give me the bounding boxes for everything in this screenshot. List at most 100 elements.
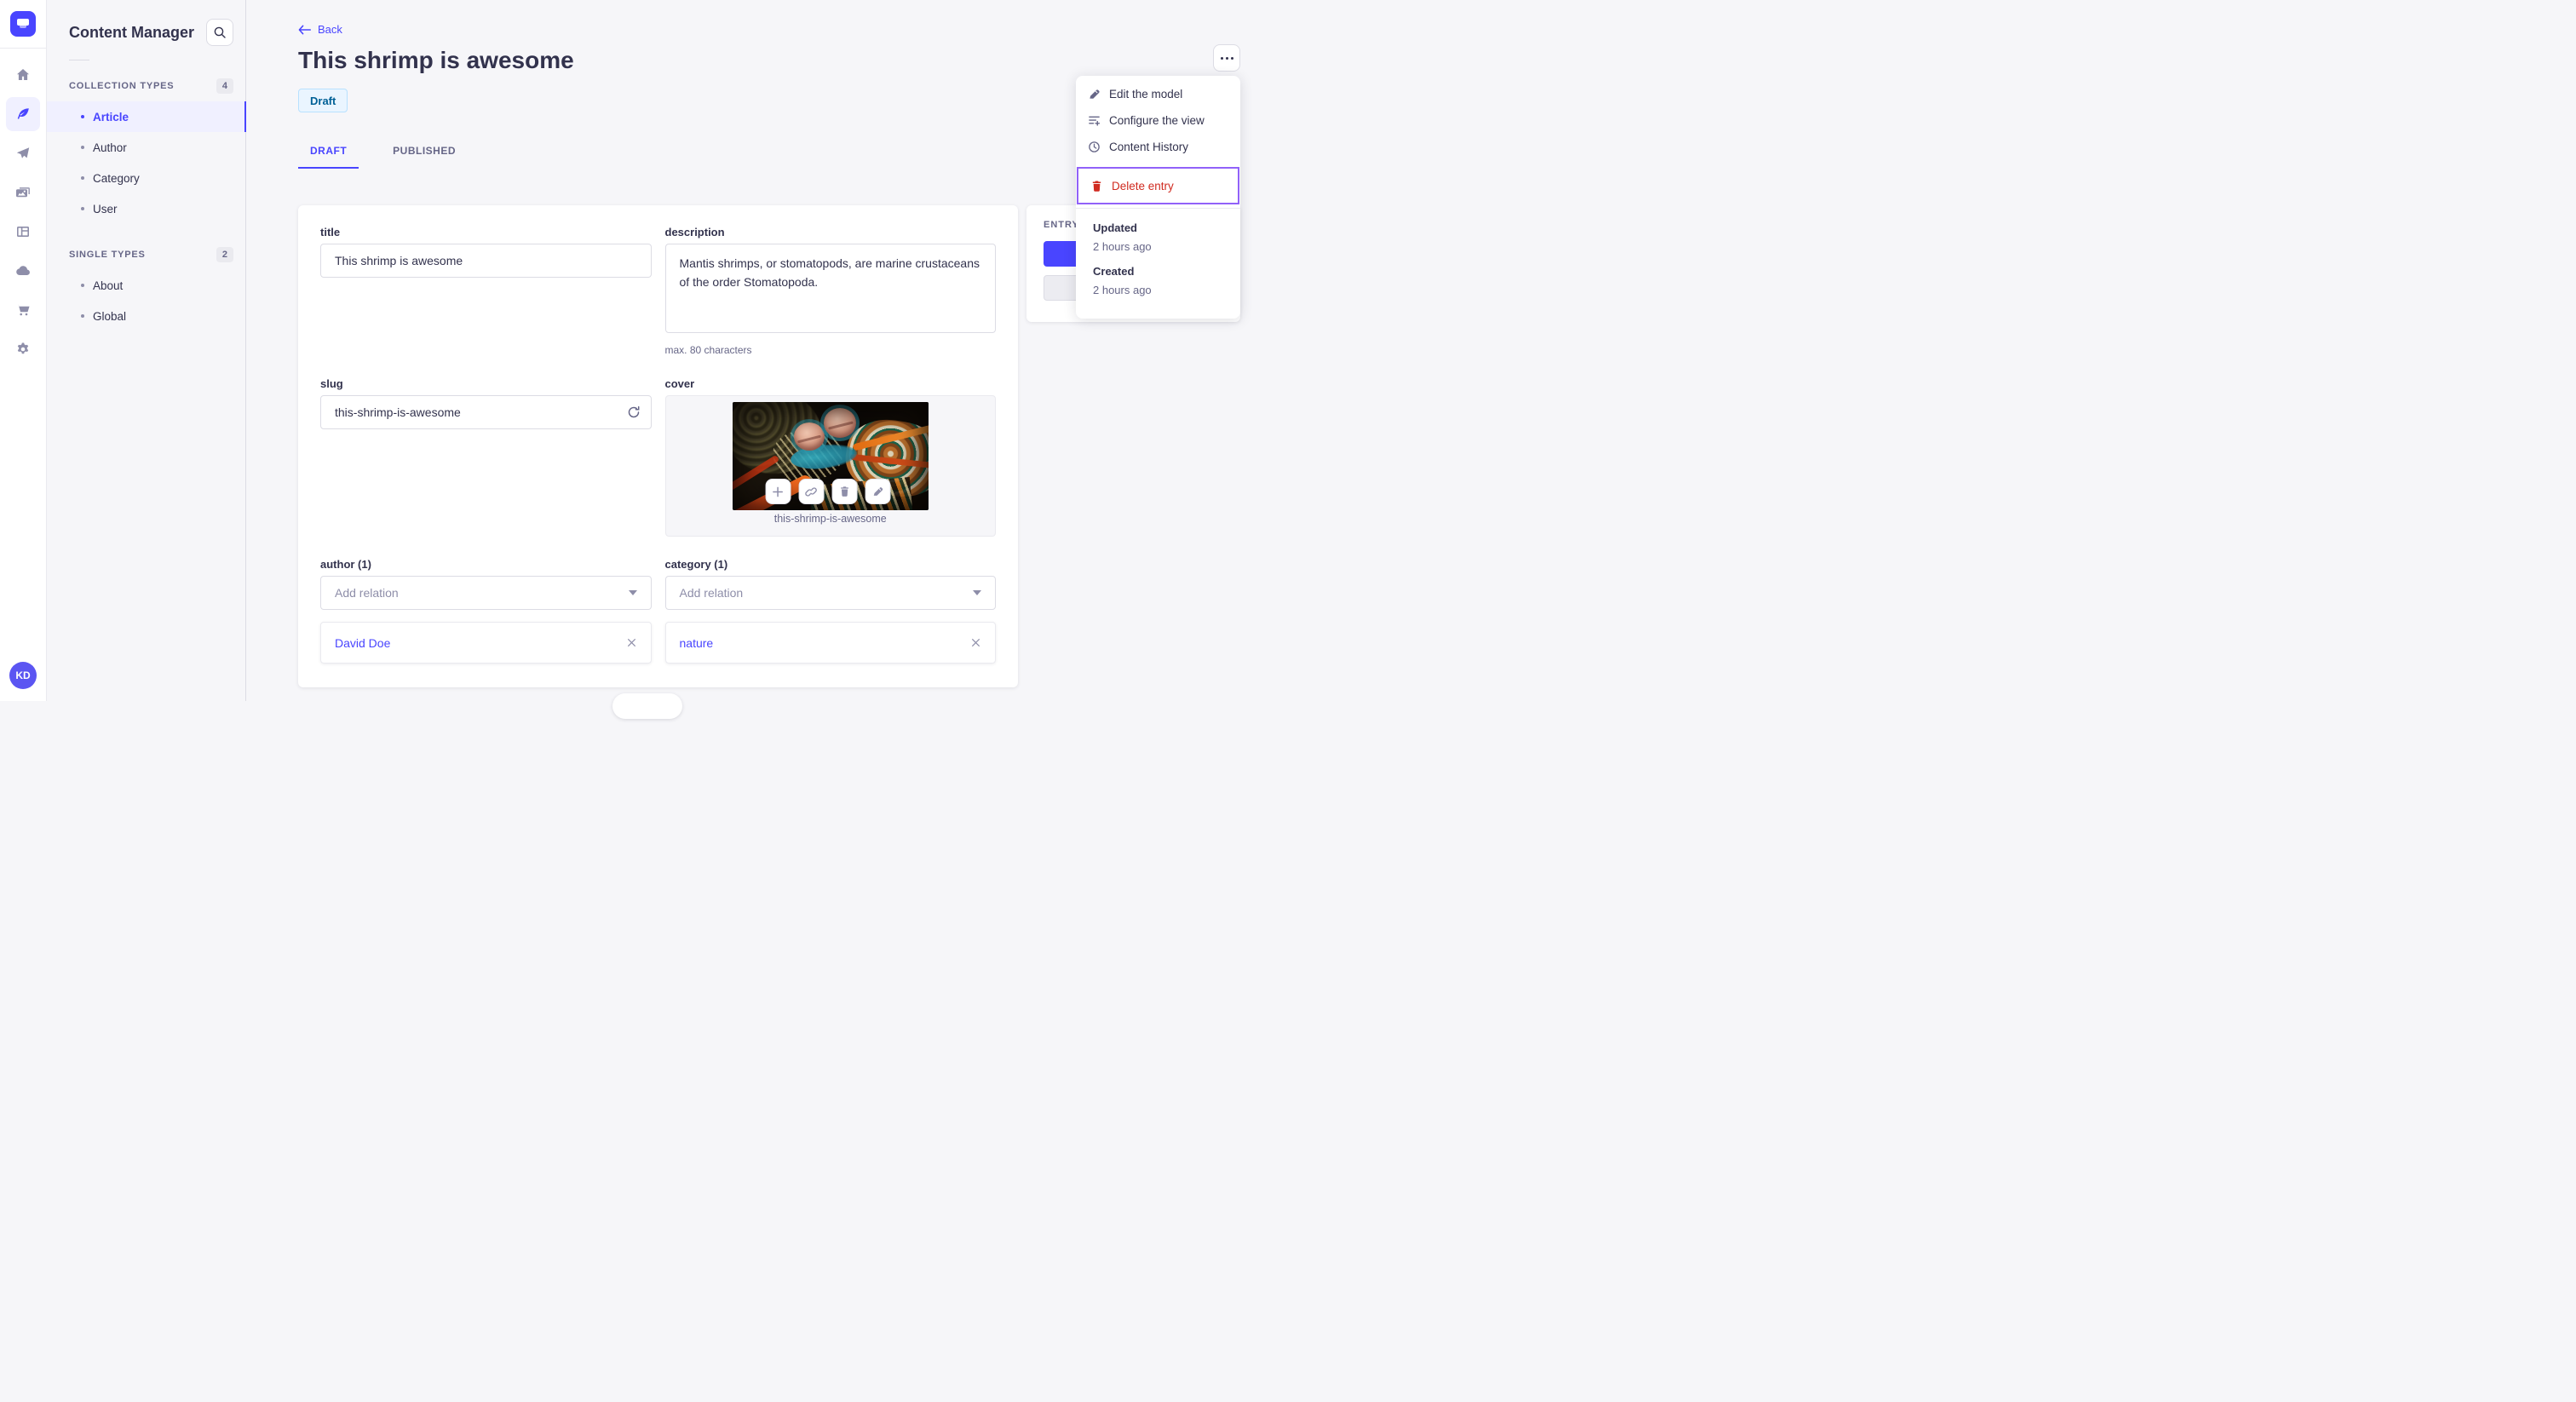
tab-published[interactable]: PUBLISHED (381, 145, 468, 169)
entry-form-card: title description Mantis shrimps, or sto… (298, 205, 1018, 687)
slug-label: slug (320, 377, 343, 390)
created-value: 2 hours ago (1093, 284, 1152, 296)
remove-author-icon[interactable] (626, 637, 637, 648)
edit-asset-button[interactable] (865, 479, 891, 504)
sidebar-item-label: Category (93, 171, 140, 185)
layout-icon[interactable] (6, 215, 40, 249)
back-link[interactable]: Back (298, 23, 342, 36)
cart-icon[interactable] (6, 293, 40, 327)
combobox-placeholder: Add relation (679, 586, 744, 600)
tab-draft[interactable]: DRAFT (298, 145, 359, 169)
relation-link-category[interactable]: nature (680, 636, 714, 650)
back-label: Back (318, 23, 342, 36)
rail-divider (0, 48, 46, 49)
section-label-collection-types: COLLECTION TYPES (69, 81, 175, 91)
category-label: category (1) (664, 558, 728, 571)
sidebar-item-label: Author (93, 141, 127, 154)
remove-category-icon[interactable] (970, 637, 981, 648)
field-slug: slug (320, 377, 652, 429)
updated-meta: Updated 2 hours ago (1093, 221, 1223, 253)
home-icon[interactable] (6, 58, 40, 92)
cover-action-bar (765, 479, 891, 504)
collection-types-count-badge: 4 (216, 78, 233, 94)
sidebar-item-article[interactable]: Article (47, 101, 246, 132)
more-options-button[interactable] (1213, 44, 1240, 72)
list-plus-icon (1088, 114, 1101, 127)
sidebar-item-label: Article (93, 110, 129, 124)
field-author: author (1) Add relation David Doe (320, 558, 652, 664)
version-tabs: DRAFT PUBLISHED (298, 145, 468, 169)
gear-icon[interactable] (6, 332, 40, 366)
title-label: title (320, 226, 341, 238)
chevron-down-icon (973, 590, 981, 595)
copy-link-button[interactable] (798, 479, 825, 504)
bullet-icon (81, 207, 84, 210)
cloud-icon[interactable] (6, 254, 40, 288)
field-description: description Mantis shrimps, or stomatopo… (664, 226, 996, 356)
paper-plane-icon[interactable] (6, 136, 40, 170)
feather-icon[interactable] (6, 97, 40, 131)
section-label-single-types: SINGLE TYPES (69, 250, 146, 260)
sidebar-item-user[interactable]: User (47, 193, 245, 224)
menu-item-delete-entry[interactable]: Delete entry (1078, 173, 1238, 199)
regenerate-slug-icon[interactable] (627, 405, 641, 419)
menu-item-label: Configure the view (1109, 114, 1205, 127)
sidebar-item-global[interactable]: Global (47, 301, 245, 331)
description-hint: max. 80 characters (664, 344, 752, 356)
main-content: Back This shrimp is awesome Draft DRAFT … (246, 0, 1288, 719)
images-icon[interactable] (6, 175, 40, 210)
status-badge: Draft (298, 89, 348, 112)
sidebar-item-about[interactable]: About (47, 270, 245, 301)
pencil-icon (1088, 88, 1101, 101)
sidebar-item-label: About (93, 279, 124, 292)
add-asset-button[interactable] (765, 479, 791, 504)
combobox-placeholder: Add relation (335, 586, 399, 600)
updated-label: Updated (1093, 221, 1137, 234)
bullet-icon (81, 314, 84, 318)
chevron-down-icon (628, 590, 637, 595)
author-label: author (1) (320, 558, 371, 571)
updated-value: 2 hours ago (1093, 240, 1152, 253)
search-icon (213, 26, 227, 39)
bullet-icon (81, 284, 84, 287)
highlight-outline: Delete entry (1077, 167, 1239, 204)
sidebar-item-label: Global (93, 309, 127, 323)
back-arrow-icon (298, 25, 311, 35)
single-types-count-badge: 2 (216, 247, 233, 262)
link-icon (805, 486, 818, 498)
menu-item-label: Content History (1109, 141, 1189, 153)
menu-item-content-history[interactable]: Content History (1076, 134, 1240, 160)
app-rail: KD (0, 0, 47, 701)
delete-asset-button[interactable] (831, 479, 858, 504)
pencil-icon (871, 486, 883, 497)
sidebar-item-category[interactable]: Category (47, 163, 245, 193)
menu-item-configure-view[interactable]: Configure the view (1076, 107, 1240, 134)
plus-icon (772, 486, 785, 498)
category-relation-combobox[interactable]: Add relation (664, 576, 996, 610)
menu-item-label: Delete entry (1112, 179, 1174, 192)
description-textarea[interactable]: Mantis shrimps, or stomatopods, are mari… (664, 244, 996, 333)
bullet-icon (81, 115, 84, 118)
clock-icon (1088, 141, 1101, 153)
ellipsis-icon (1220, 56, 1233, 60)
sidebar-item-author[interactable]: Author (47, 132, 245, 163)
menu-item-edit-model[interactable]: Edit the model (1076, 81, 1240, 107)
trash-icon (838, 486, 850, 497)
title-input[interactable] (320, 244, 652, 278)
floating-pill-button[interactable] (612, 693, 682, 719)
menu-item-label: Edit the model (1109, 88, 1183, 101)
author-relation-combobox[interactable]: Add relation (320, 576, 652, 610)
created-meta: Created 2 hours ago (1093, 265, 1223, 296)
cover-asset-card: this-shrimp-is-awesome (664, 395, 996, 537)
user-avatar[interactable]: KD (9, 662, 37, 689)
search-button[interactable] (206, 19, 233, 46)
strapi-logo-icon[interactable] (10, 11, 36, 37)
description-label: description (664, 226, 725, 238)
cover-label: cover (664, 377, 695, 390)
relation-link-author[interactable]: David Doe (335, 636, 390, 650)
page-title: This shrimp is awesome (298, 47, 574, 73)
sidebar-item-label: User (93, 202, 118, 215)
category-relation-item: nature (664, 622, 996, 664)
slug-input[interactable] (320, 395, 652, 429)
field-category: category (1) Add relation nature (664, 558, 996, 664)
